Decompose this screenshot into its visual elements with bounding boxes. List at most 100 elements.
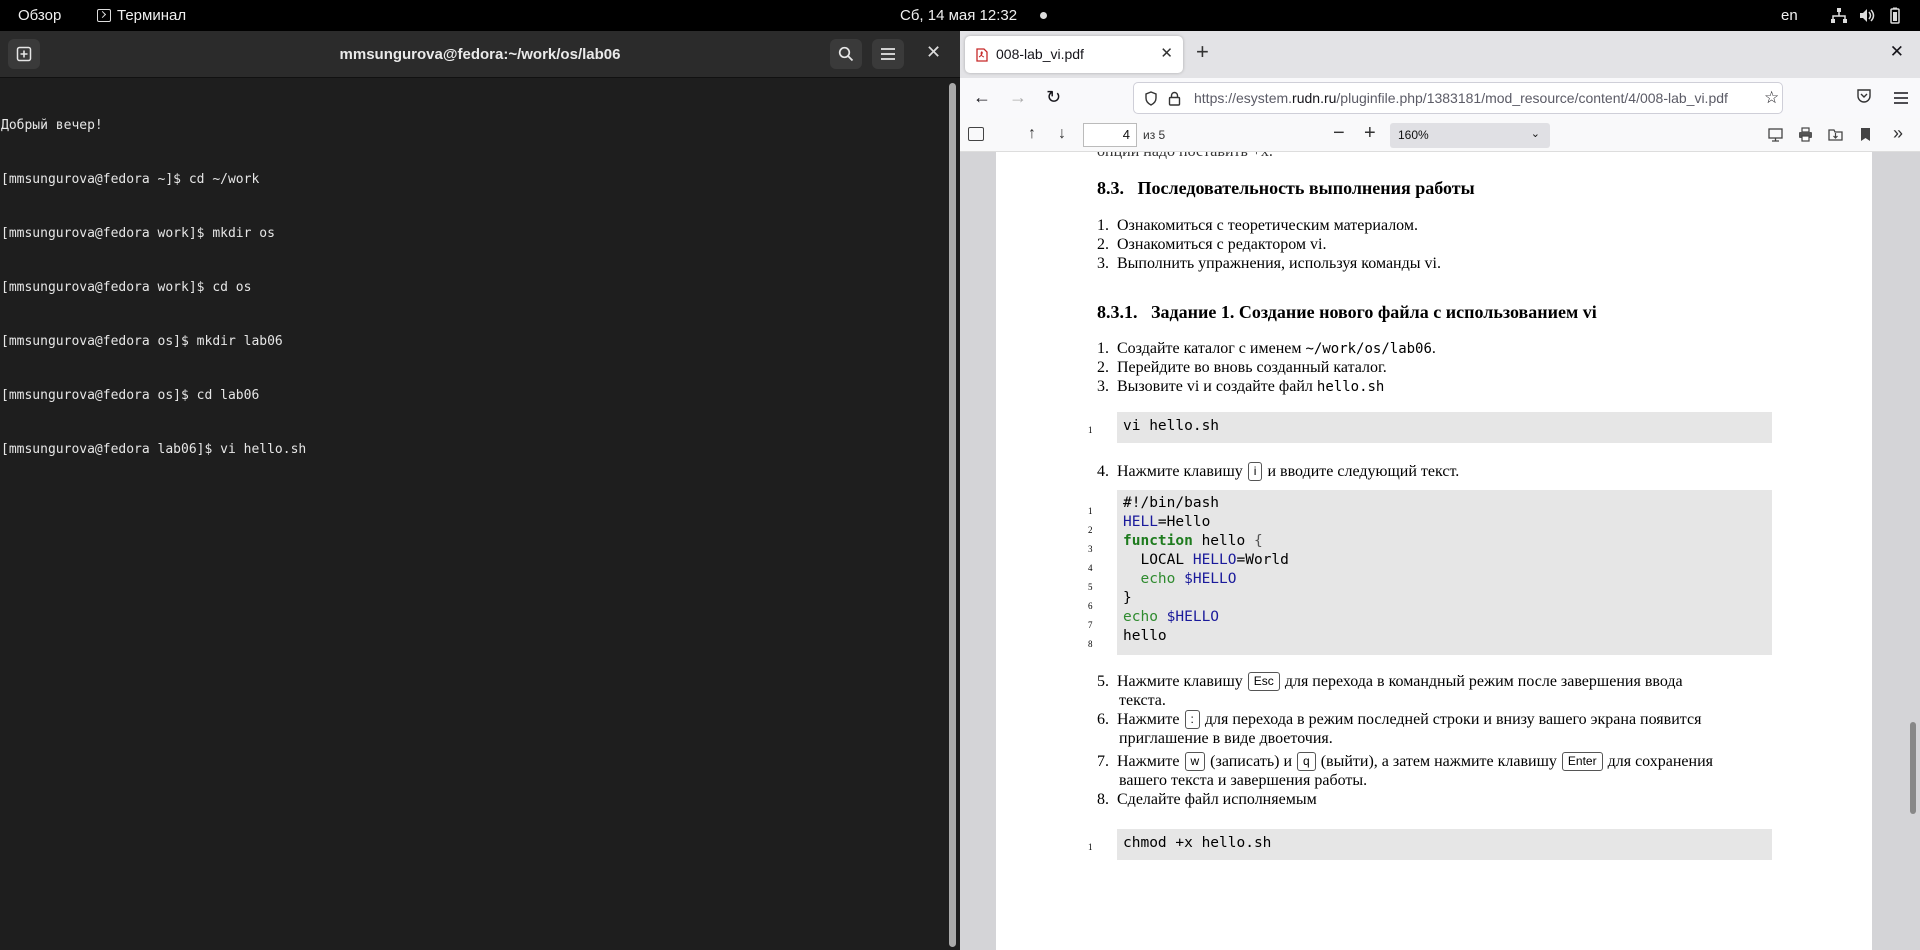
line-number: 4 (1088, 563, 1093, 573)
top-bar: Обзор Терминал Сб, 14 мая 12:32 en (0, 0, 1920, 31)
notification-dot-icon (1040, 12, 1047, 19)
keyboard-layout-indicator[interactable]: en (1781, 7, 1798, 24)
tab-close-button[interactable]: ✕ (1160, 44, 1173, 62)
app-menu-label: Терминал (117, 7, 187, 24)
line-number: 1 (1088, 425, 1093, 435)
list-item: 2. Ознакомиться с редактором vi. (1097, 236, 1327, 253)
line-number: 6 (1088, 601, 1093, 611)
lock-icon[interactable] (1168, 91, 1181, 106)
key-i: i (1247, 462, 1263, 481)
pocket-icon[interactable] (1856, 88, 1872, 104)
pdf-viewer[interactable]: опции надо поставить +x. 8.3. Последоват… (960, 152, 1920, 950)
terminal-window: mmsungurova@fedora:~/work/os/lab06 ✕ Доб… (0, 31, 960, 950)
doc-cut-line: опции надо поставить +x. (1097, 152, 1273, 161)
close-window-button[interactable]: ✕ (1890, 42, 1904, 62)
terminal-line: [mmsungurova@fedora os]$ cd lab06 (1, 388, 260, 403)
terminal-line: [mmsungurova@fedora work]$ mkdir os (1, 226, 275, 241)
line-number: 1 (1088, 842, 1093, 852)
pdf-scrollbar[interactable] (1910, 722, 1916, 814)
presentation-mode-icon[interactable] (1768, 127, 1783, 142)
code-line: vi hello.sh (1123, 418, 1220, 434)
key-w: w (1184, 752, 1206, 771)
terminal-line: [mmsungurova@fedora os]$ mkdir lab06 (1, 334, 283, 349)
reload-button[interactable]: ↻ (1046, 87, 1061, 108)
zoom-out-button[interactable]: − (1333, 122, 1345, 145)
save-icon[interactable] (1828, 127, 1843, 142)
code-line: function hello { (1123, 533, 1263, 549)
address-bar[interactable]: https://esystem.rudn.ru/pluginfile.php/1… (1133, 82, 1783, 114)
terminal-line: Добрый вечер! (1, 118, 103, 133)
terminal-header-bar: mmsungurova@fedora:~/work/os/lab06 ✕ (0, 31, 960, 78)
code-line: echo $HELLO (1123, 571, 1237, 587)
terminal-line: [mmsungurova@fedora work]$ cd os (1, 280, 252, 295)
line-number: 3 (1088, 544, 1093, 554)
volume-icon[interactable] (1858, 7, 1876, 24)
code-line: echo $HELLO (1123, 609, 1220, 625)
hamburger-icon[interactable] (1893, 91, 1909, 105)
tab-title: 008-lab_vi.pdf (996, 46, 1084, 62)
new-tab-button[interactable]: + (1196, 41, 1209, 63)
list-item: 1. Создайте каталог с именем ~/work/os/l… (1097, 340, 1436, 357)
tab-pdf[interactable]: 008-lab_vi.pdf ✕ (965, 36, 1183, 73)
list-item: 3. Выполнить упражнения, используя коман… (1097, 255, 1441, 272)
list-item: 8. Сделайте файл исполняемым (1097, 791, 1317, 808)
bookmark-icon[interactable] (1858, 127, 1873, 142)
code-line: #!/bin/bash (1123, 495, 1220, 511)
list-item: 6. Нажмите : для перехода в режим послед… (1097, 710, 1702, 729)
battery-icon[interactable] (1886, 7, 1904, 24)
zoom-value: 160% (1398, 128, 1429, 142)
list-item: 3. Вызовите vi и создайте файл hello.sh (1097, 378, 1385, 395)
search-icon (838, 46, 854, 62)
list-item: 2. Перейдите во вновь созданный каталог. (1097, 359, 1387, 376)
line-number: 5 (1088, 582, 1093, 592)
app-menu-button[interactable]: Терминал (97, 7, 186, 24)
chevron-down-icon: ⌄ (1530, 128, 1540, 140)
list-item: 7. Нажмите w (записать) и q (выйти), а з… (1097, 752, 1714, 771)
page-count-label: из 5 (1143, 128, 1166, 142)
code-line: LOCAL HELLO=World (1123, 552, 1289, 568)
tools-chevron-icon[interactable]: » (1893, 123, 1903, 144)
navigation-bar: ← → ↻ https://esystem.rudn.ru/pluginfile… (960, 78, 1920, 118)
line-number: 1 (1088, 506, 1093, 516)
line-number: 2 (1088, 525, 1093, 535)
clock[interactable]: Сб, 14 мая 12:32 (900, 7, 1017, 24)
browser-window: 008-lab_vi.pdf ✕ + ✕ ← → ↻ https://esyst… (960, 31, 1920, 950)
line-number: 7 (1088, 620, 1093, 630)
code-line: HELL=Hello (1123, 514, 1211, 530)
close-window-button[interactable]: ✕ (926, 42, 941, 63)
code-line: chmod +x hello.sh (1123, 835, 1272, 851)
key-enter: Enter (1561, 752, 1603, 771)
previous-page-button[interactable]: ↑ (1028, 125, 1036, 143)
key-q: q (1297, 752, 1316, 771)
code-block: vi hello.sh (1117, 412, 1772, 443)
code-line: } (1123, 590, 1132, 606)
tab-strip: 008-lab_vi.pdf ✕ + ✕ (960, 31, 1920, 78)
terminal-title: mmsungurova@fedora:~/work/os/lab06 (339, 46, 621, 63)
next-page-button[interactable]: ↓ (1058, 125, 1066, 143)
terminal-scrollbar[interactable] (949, 83, 956, 947)
main-menu-button[interactable] (872, 39, 904, 69)
tracking-protection-icon[interactable] (1144, 91, 1158, 106)
zoom-in-button[interactable]: + (1364, 122, 1376, 145)
activities-button[interactable]: Обзор (18, 7, 61, 24)
network-icon[interactable] (1830, 7, 1848, 24)
pdf-page: опции надо поставить +x. 8.3. Последоват… (996, 152, 1872, 950)
pdf-toolbar: ↑ ↓ 4 из 5 − + 160% ⌄ » (960, 118, 1920, 152)
forward-button[interactable]: → (1009, 87, 1027, 108)
print-icon[interactable] (1798, 127, 1813, 142)
list-item-continuation: текста. (1119, 692, 1166, 709)
subsection-heading: 8.3.1. Задание 1. Создание нового файла … (1097, 302, 1597, 322)
terminal-line: [mmsungurova@fedora lab06]$ vi hello.sh (1, 442, 307, 457)
key-colon: : (1184, 710, 1200, 729)
page-number-input[interactable]: 4 (1083, 123, 1137, 147)
code-block: chmod +x hello.sh (1117, 829, 1772, 860)
search-button[interactable] (830, 39, 862, 69)
pdf-file-icon (976, 48, 988, 62)
list-item-continuation: вашего текста и завершения работы. (1119, 772, 1368, 789)
zoom-select[interactable]: 160% ⌄ (1390, 123, 1550, 148)
terminal-icon (97, 9, 111, 22)
sidebar-toggle-icon[interactable] (968, 127, 984, 141)
bookmark-star-icon[interactable]: ☆ (1764, 88, 1779, 108)
back-button[interactable]: ← (973, 87, 991, 108)
terminal-output[interactable]: Добрый вечер! [mmsungurova@fedora ~]$ cd… (0, 81, 945, 495)
